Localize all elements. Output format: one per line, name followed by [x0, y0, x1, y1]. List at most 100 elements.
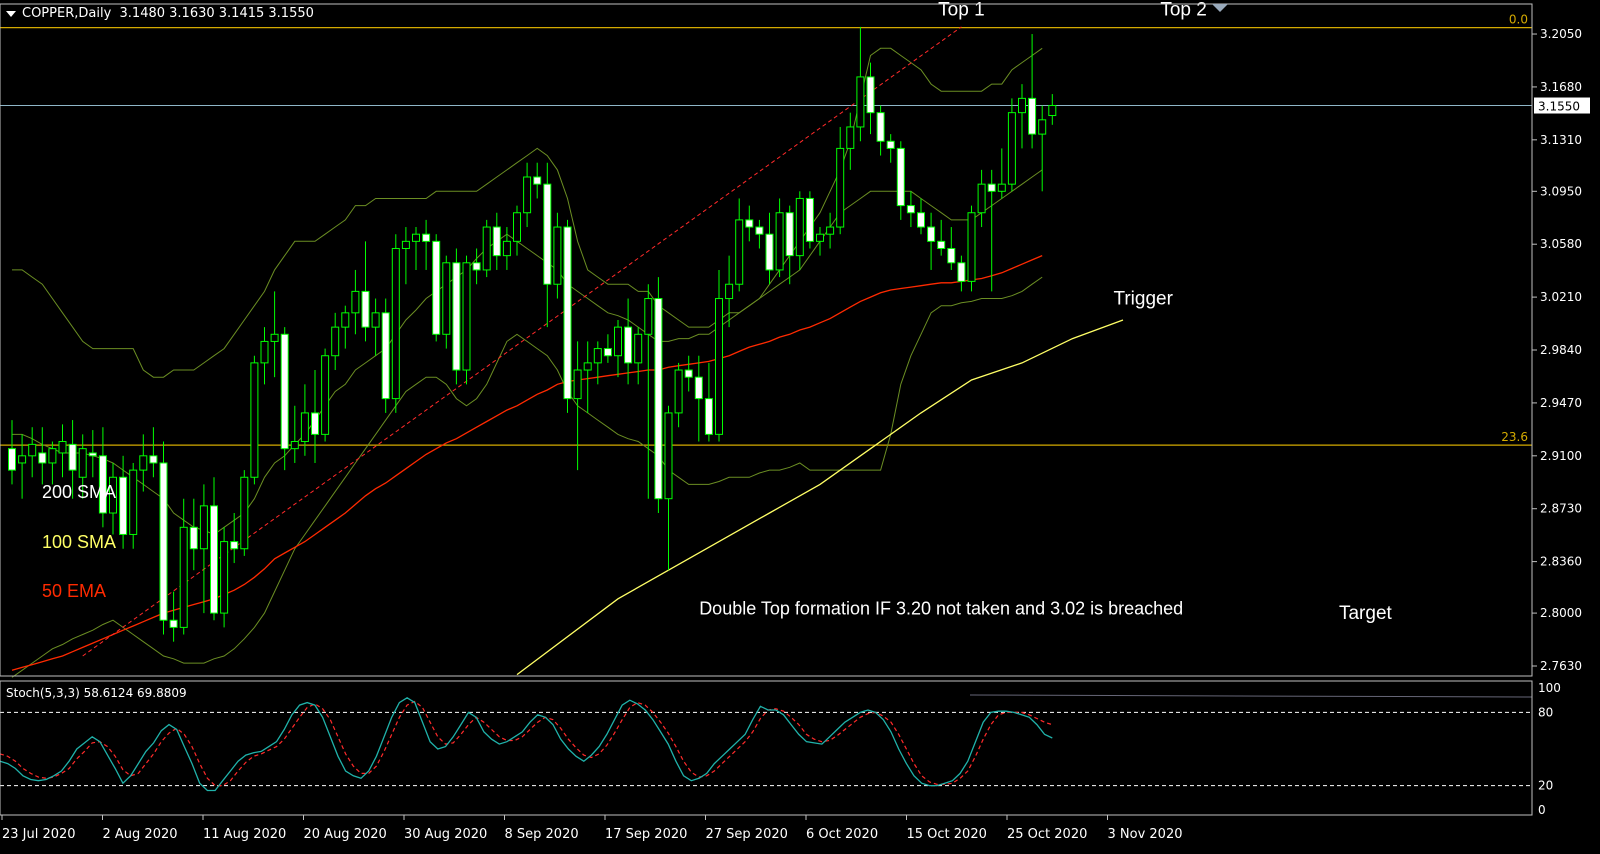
- candle-body: [1048, 105, 1057, 117]
- fib-level-label: 0.0: [1509, 13, 1528, 27]
- candle[interactable]: [1007, 98, 1016, 192]
- candle-body: [805, 197, 814, 242]
- x-tick-label: 11 Aug 2020: [203, 827, 286, 842]
- sma200-legend-label: 200 SMA: [42, 482, 116, 502]
- candle-body: [927, 226, 936, 242]
- candle-body: [351, 290, 360, 314]
- candle-body: [765, 233, 774, 271]
- y-tick-label: 2.8000: [1540, 606, 1582, 620]
- candle-body: [169, 619, 178, 628]
- x-tick-label: 25 Oct 2020: [1007, 827, 1087, 842]
- candle[interactable]: [220, 527, 229, 628]
- candle-body: [250, 362, 259, 478]
- candle-body: [1018, 97, 1026, 114]
- stoch-y-tick-label: 100: [1538, 681, 1561, 695]
- candle-body: [210, 505, 218, 614]
- candle-body: [220, 541, 229, 614]
- candle[interactable]: [432, 234, 441, 342]
- candle-body: [391, 247, 400, 400]
- candle-body: [240, 476, 249, 550]
- y-tick-label: 3.0210: [1540, 290, 1582, 304]
- y-tick-label: 2.9470: [1540, 396, 1582, 410]
- top1-annotation: Top 1: [938, 0, 984, 20]
- candle[interactable]: [462, 255, 471, 385]
- candle[interactable]: [452, 248, 461, 385]
- stoch-y-tick-label: 80: [1538, 705, 1553, 719]
- candle-body: [38, 452, 47, 464]
- candle-body: [48, 448, 57, 464]
- candle[interactable]: [654, 277, 663, 514]
- candle-body: [18, 455, 27, 464]
- candle-body: [795, 197, 804, 257]
- candle-body: [381, 312, 390, 400]
- x-tick-label: 6 Oct 2020: [806, 827, 878, 842]
- candle-body: [735, 219, 744, 285]
- candle-body: [422, 233, 431, 242]
- candle[interactable]: [391, 234, 400, 413]
- candle[interactable]: [240, 470, 249, 556]
- candle-body: [78, 448, 87, 478]
- candle-body: [492, 226, 501, 257]
- fib-level-label: 23.6: [1501, 430, 1528, 444]
- candle-body: [664, 412, 673, 500]
- candle-body: [977, 183, 986, 214]
- candle-body: [341, 312, 350, 328]
- y-tick-label: 2.9100: [1540, 449, 1582, 463]
- y-tick-label: 2.8730: [1540, 502, 1582, 516]
- trading-chart[interactable]: 0.0 23.6 Top 1 Top 2 Trigger Target Double Top…: [0, 0, 1600, 854]
- candle-body: [462, 262, 471, 371]
- candle-body: [785, 212, 794, 257]
- candle-body: [896, 147, 905, 207]
- y-tick-label: 3.2050: [1540, 27, 1582, 41]
- candle[interactable]: [381, 298, 390, 413]
- candle-body: [947, 247, 956, 264]
- candle-body: [1038, 119, 1047, 135]
- candle-body: [149, 455, 158, 464]
- stochastic-label: Stoch(5,3,3) 58.6124 69.8809: [6, 686, 187, 700]
- candle[interactable]: [563, 219, 572, 413]
- candle-body: [68, 443, 77, 471]
- y-tick-label: 3.1310: [1540, 133, 1582, 147]
- candle-body: [361, 290, 370, 328]
- candle[interactable]: [442, 255, 451, 349]
- candle-body: [826, 226, 835, 235]
- candle-body: [715, 298, 723, 435]
- candle-body: [88, 452, 97, 457]
- trigger-annotation: Trigger: [1113, 288, 1173, 309]
- candle-body: [624, 326, 633, 364]
- x-tick-label: 15 Oct 2020: [907, 827, 987, 842]
- candle-body: [139, 455, 148, 471]
- candle-body: [513, 212, 521, 242]
- candle-body: [704, 398, 713, 435]
- candle-body: [563, 226, 572, 400]
- candle[interactable]: [967, 205, 976, 292]
- candle-body: [159, 462, 168, 621]
- candle-body: [553, 226, 562, 285]
- candle[interactable]: [321, 348, 330, 442]
- candle-body: [937, 240, 946, 249]
- candle[interactable]: [280, 327, 289, 471]
- candle-body: [866, 76, 875, 114]
- dropdown-triangle-icon[interactable]: [6, 10, 16, 17]
- ema50-legend-label: 50 EMA: [42, 581, 106, 601]
- candle-body: [997, 183, 1006, 192]
- candle-body: [119, 476, 128, 535]
- candle-body: [816, 233, 824, 242]
- candle-body: [58, 441, 67, 454]
- candle[interactable]: [482, 219, 491, 278]
- chart-header[interactable]: COPPER,Daily 3.1480 3.1630 3.1415 3.1550: [6, 6, 314, 21]
- candle-body: [432, 240, 441, 335]
- candle-body: [906, 205, 915, 214]
- candle-body: [593, 348, 602, 364]
- candle-body: [321, 355, 330, 435]
- candle[interactable]: [805, 191, 814, 249]
- y-tick-label: 2.9840: [1540, 343, 1582, 357]
- candle[interactable]: [250, 355, 259, 485]
- stoch-y-tick-label: 0: [1538, 803, 1546, 817]
- candle-body: [331, 326, 340, 357]
- x-tick-label: 23 Jul 2020: [2, 827, 76, 842]
- candle[interactable]: [159, 441, 168, 635]
- candle-body: [1028, 97, 1037, 135]
- candle-body: [401, 240, 410, 249]
- candle-body: [876, 112, 885, 142]
